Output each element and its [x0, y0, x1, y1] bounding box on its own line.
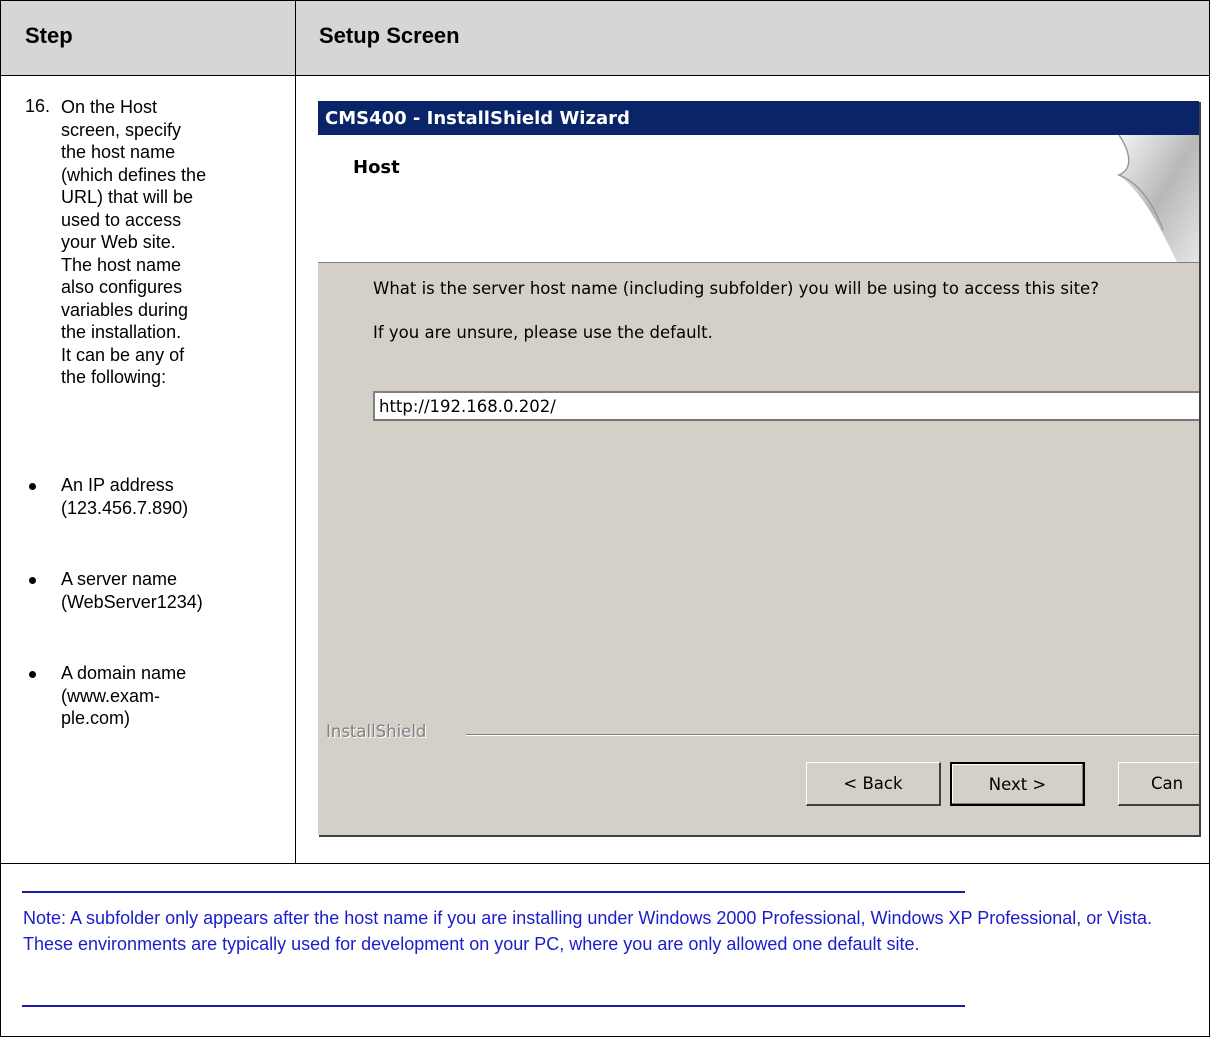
step-line: The host name: [61, 254, 182, 275]
wizard-banner: Host: [318, 135, 1199, 263]
instruction-table: Step Setup Screen 16. On the Host screen…: [0, 0, 1210, 1037]
page-curl-icon: [1117, 135, 1199, 262]
host-hint: If you are unsure, please use the defaul…: [373, 323, 713, 342]
host-prompt: What is the server host name (including …: [373, 279, 1099, 298]
step-number: 16.: [25, 96, 51, 116]
bullet-line: ple.com): [61, 708, 131, 728]
bullet-line: (www.exam-: [61, 685, 161, 706]
installshield-wizard-window: CMS400 - InstallShield Wizard Host What …: [317, 100, 1199, 835]
step-line: screen, specify: [61, 119, 182, 140]
note-bottom-rule: [22, 1005, 965, 1007]
bullet-dot: [29, 483, 36, 490]
step-line: your Web site.: [61, 232, 176, 252]
host-name-input[interactable]: [373, 391, 1199, 421]
bullet-line: (WebServer1234): [61, 591, 203, 612]
note-text: Note: A subfolder only appears after the…: [23, 908, 1152, 954]
column-divider: [295, 1, 296, 864]
step-line: also configures: [61, 277, 183, 297]
step-line: the following:: [61, 367, 167, 387]
note-top-rule: [22, 891, 965, 893]
bullet-line: A server name: [61, 569, 178, 589]
wizard-page-title: Host: [353, 157, 400, 178]
wizard-title: CMS400 - InstallShield Wizard: [325, 108, 630, 129]
brand-divider: [466, 734, 1199, 736]
header-setup-screen: Setup Screen: [319, 23, 460, 48]
back-button[interactable]: < Back: [806, 762, 941, 806]
step-line: the host name: [61, 142, 176, 162]
step-line: the installation.: [61, 322, 182, 342]
header-step: Step: [25, 23, 73, 48]
bullet-line: An IP address: [61, 475, 174, 495]
cancel-button[interactable]: Can: [1118, 762, 1199, 806]
step-line: used to access: [61, 209, 182, 230]
next-button[interactable]: Next >: [950, 762, 1085, 806]
installshield-brand: InstallShield: [326, 722, 427, 741]
bullet-line: A domain name: [61, 663, 187, 683]
step-line: variables during: [61, 299, 189, 320]
wizard-title-bar: CMS400 - InstallShield Wizard: [318, 101, 1199, 135]
bullet-line: (123.456.7.890): [61, 497, 189, 518]
row-divider: [1, 863, 1209, 864]
bullet-dot: [29, 577, 36, 584]
bullet-dot: [29, 671, 36, 678]
table-header-row: Step Setup Screen: [1, 1, 1209, 76]
step-line: On the Host: [61, 97, 158, 117]
step-instructions: On the Host screen, specify the host nam…: [61, 96, 281, 389]
step-line: (which defines the: [61, 164, 207, 185]
step-line: URL) that will be: [61, 187, 194, 207]
step-line: It can be any of: [61, 344, 185, 365]
